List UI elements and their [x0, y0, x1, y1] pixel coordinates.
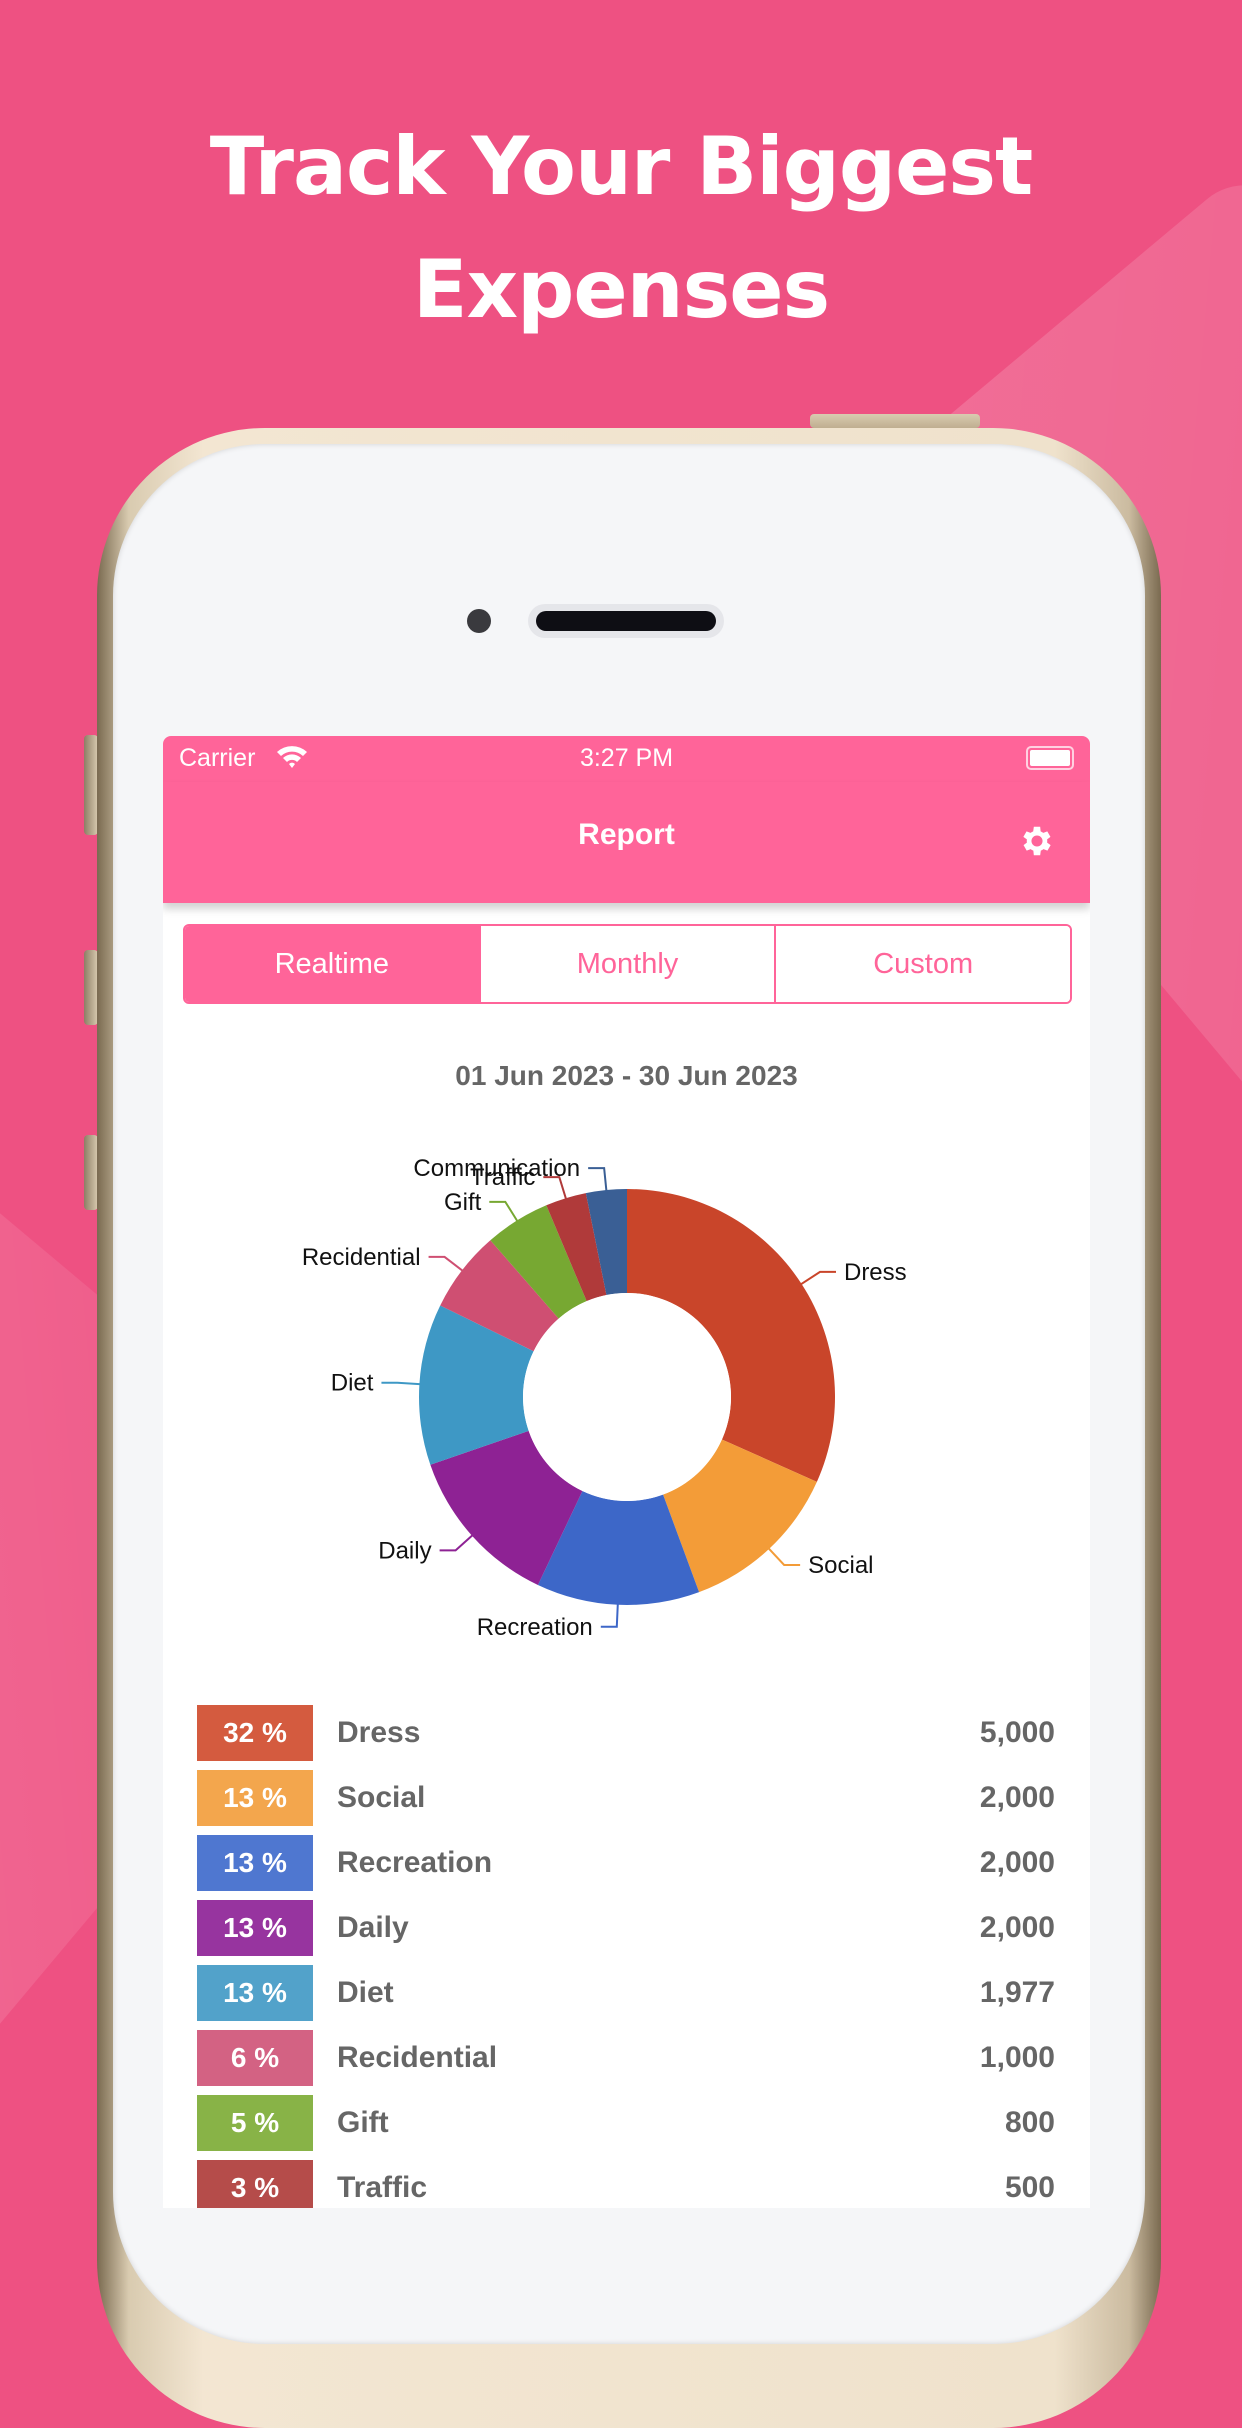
slice-label: Recidential [302, 1244, 421, 1271]
headline-line-1: Track Your Biggest [209, 120, 1034, 213]
percent-badge: 6 % [197, 2029, 313, 2086]
category-label: Recreation [337, 1845, 493, 1879]
speaker [528, 604, 724, 638]
percent-badge: 13 % [197, 1834, 313, 1891]
list-item[interactable]: 13 % Recreation 2,000 [197, 1830, 1055, 1895]
leader-line [381, 1381, 424, 1386]
category-amount: 2,000 [979, 1845, 1055, 1879]
category-amount: 1,000 [979, 2040, 1055, 2074]
category-amount: 5,000 [979, 1715, 1055, 1749]
nav-bar: Report [163, 782, 1090, 903]
slice-label: Daily [378, 1537, 431, 1564]
date-range: 01 Jun 2023 - 30 Jun 2023 [455, 1060, 798, 1091]
battery-icon [1026, 746, 1074, 770]
phone-volume-up [84, 950, 98, 1025]
category-label: Gift [337, 2105, 389, 2139]
slice-label: Diet [331, 1370, 374, 1397]
category-amount: 1,977 [979, 1975, 1055, 2009]
list-item[interactable]: 13 % Daily 2,000 [197, 1895, 1055, 1960]
category-amount: 2,000 [979, 1780, 1055, 1814]
category-amount: 500 [1004, 2170, 1055, 2204]
percent-badge: 13 % [197, 1769, 313, 1826]
donut-hole [523, 1293, 731, 1501]
headline-line-2: Expenses [412, 243, 830, 336]
tab-realtime[interactable]: Realtime [185, 926, 479, 1002]
list-item[interactable]: 13 % Social 2,000 [197, 1765, 1055, 1830]
status-bar: Carrier 3:27 PM [163, 736, 1090, 782]
percent-badge: 3 % [197, 2159, 313, 2208]
category-label: Recidential [337, 2040, 498, 2074]
category-label: Diet [337, 1975, 394, 2009]
camera [467, 609, 491, 633]
percent-badge: 32 % [197, 1704, 313, 1761]
tab-monthly[interactable]: Monthly [478, 926, 775, 1002]
leader-line [489, 1200, 520, 1225]
slice-label: Communication [413, 1155, 580, 1182]
leader-line [765, 1545, 801, 1566]
category-label: Dress [337, 1715, 421, 1749]
slice-label: Social [808, 1552, 873, 1579]
category-list: 32 % Dress 5,000 13 % Social 2,000 13 % Re… [197, 1700, 1055, 2208]
category-amount: 800 [1004, 2105, 1055, 2139]
list-item[interactable]: 3 % Traffic 500 [197, 2155, 1055, 2208]
page-title: Report [578, 818, 675, 851]
phone-mute-switch [84, 735, 98, 835]
percent-badge: 13 % [197, 1964, 313, 2021]
leader-line [600, 1600, 619, 1628]
gear-icon[interactable] [1018, 822, 1056, 860]
tab-custom[interactable]: Custom [774, 926, 1070, 1002]
list-item[interactable]: 32 % Dress 5,000 [197, 1700, 1055, 1765]
percent-badge: 13 % [197, 1899, 313, 1956]
category-label: Traffic [337, 2170, 428, 2204]
app-screen: Carrier 3:27 PM Report Realtime Monthly … [163, 736, 1090, 2208]
leader-line [797, 1270, 836, 1287]
slice-label: Gift [444, 1189, 482, 1216]
phone-power-button [810, 414, 980, 428]
leader-line [439, 1532, 476, 1552]
category-label: Daily [337, 1910, 409, 1944]
status-time: 3:27 PM [579, 744, 674, 772]
segmented-tabs: Realtime Monthly Custom [183, 924, 1072, 1004]
donut-chart: Dress Social Recreation Daily Diet Recidentia… [302, 1155, 907, 1641]
list-item[interactable]: 5 % Gift 800 [197, 2090, 1055, 2155]
slice-label: Dress [844, 1259, 907, 1286]
slice-label: Recreation [477, 1614, 593, 1641]
leader-line [428, 1255, 466, 1274]
headline: Track Your Biggest Expenses [0, 105, 1242, 351]
list-item[interactable]: 13 % Diet 1,977 [197, 1960, 1055, 2025]
leader-line [588, 1167, 608, 1195]
phone-volume-down [84, 1135, 98, 1210]
percent-badge: 5 % [197, 2094, 313, 2151]
list-item[interactable]: 6 % Recidential 1,000 [197, 2025, 1055, 2090]
category-label: Social [337, 1780, 426, 1814]
category-amount: 2,000 [979, 1910, 1055, 1944]
